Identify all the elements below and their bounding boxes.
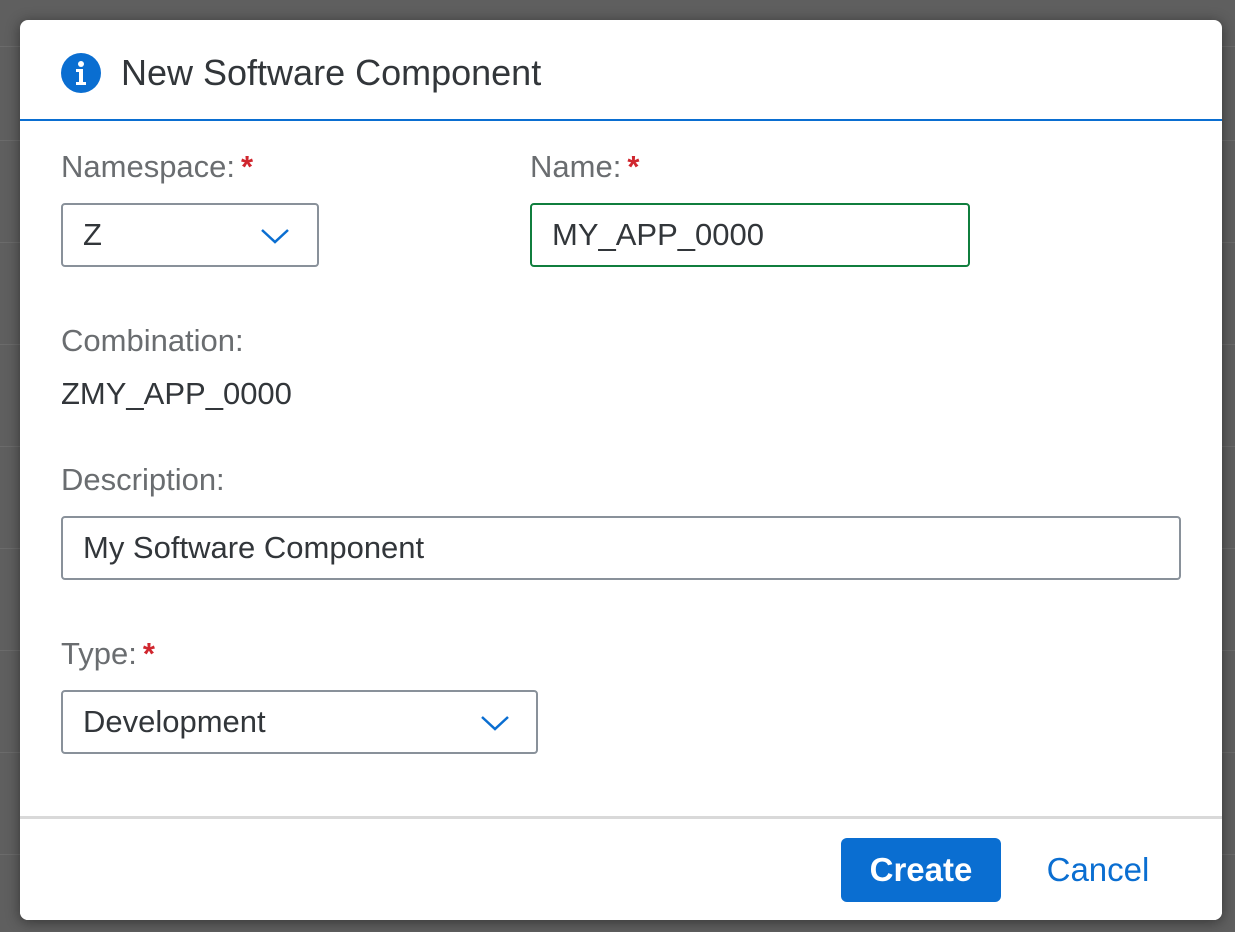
- name-label: Name: *: [530, 147, 639, 187]
- name-label-text: Name:: [530, 149, 622, 184]
- new-software-component-dialog: New Software Component Namespace: * Z Nam…: [20, 20, 1222, 920]
- description-label: Description:: [61, 462, 225, 497]
- name-input-value: MY_APP_0000: [552, 217, 764, 252]
- type-label-text: Type:: [61, 636, 137, 671]
- combination-value: ZMY_APP_0000: [61, 376, 292, 411]
- required-indicator: *: [142, 636, 155, 671]
- description-input[interactable]: My Software Component: [61, 516, 1181, 580]
- cancel-button[interactable]: Cancel: [1023, 838, 1173, 902]
- type-select[interactable]: Development: [61, 690, 538, 754]
- info-icon: [61, 53, 101, 93]
- type-label: Type: *: [61, 634, 155, 674]
- dialog-title: New Software Component: [121, 52, 542, 93]
- required-indicator: *: [241, 149, 254, 184]
- dialog-header: New Software Component: [20, 20, 1222, 121]
- type-select-value: Development: [83, 704, 266, 739]
- chevron-down-icon[interactable]: [479, 710, 511, 734]
- chevron-down-icon[interactable]: [259, 223, 291, 247]
- create-button[interactable]: Create: [841, 838, 1001, 902]
- required-indicator: *: [627, 149, 640, 184]
- name-input[interactable]: MY_APP_0000: [530, 203, 970, 267]
- combination-label: Combination:: [61, 323, 244, 358]
- dialog-footer: Create Cancel: [20, 816, 1222, 920]
- namespace-select[interactable]: Z: [61, 203, 319, 267]
- description-input-value: My Software Component: [83, 530, 425, 565]
- namespace-select-value: Z: [83, 217, 102, 252]
- namespace-label: Namespace: *: [61, 147, 253, 187]
- namespace-label-text: Namespace:: [61, 149, 236, 184]
